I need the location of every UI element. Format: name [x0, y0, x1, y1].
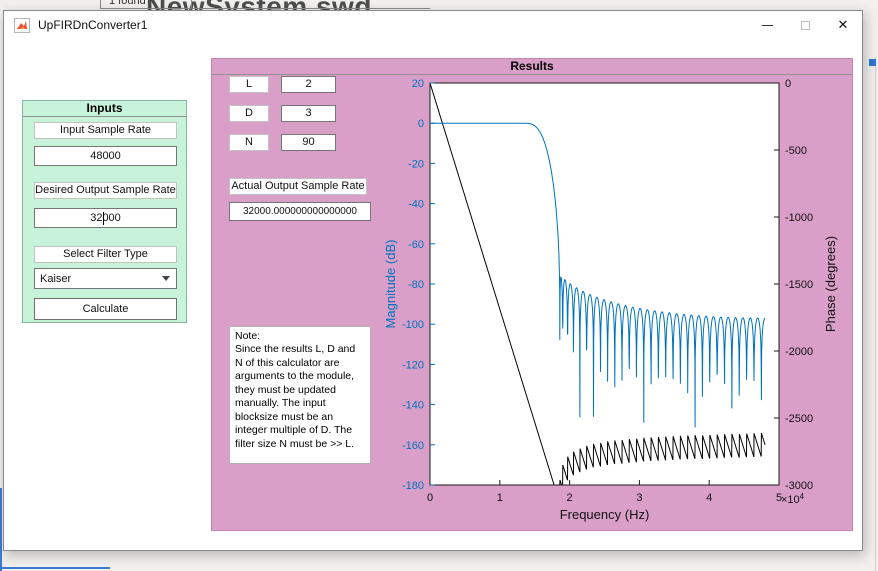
svg-text:-40: -40 — [408, 199, 424, 211]
matlab-app-icon — [14, 18, 30, 33]
actual-output-rate-label: Actual Output Sample Rate — [229, 178, 367, 195]
svg-text:3: 3 — [636, 492, 642, 504]
svg-text:20: 20 — [412, 78, 424, 90]
svg-text:-20: -20 — [408, 158, 424, 170]
inputs-panel-title: Inputs — [23, 101, 186, 117]
svg-text:-140: -140 — [402, 400, 424, 412]
svg-text:0: 0 — [427, 492, 433, 504]
window-controls: ✕ — [748, 11, 862, 39]
svg-text:Phase (degrees): Phase (degrees) — [823, 236, 838, 332]
filter-type-label: Select Filter Type — [34, 246, 177, 263]
svg-text:-120: -120 — [402, 359, 424, 371]
result-D-value-text: 3 — [305, 107, 311, 119]
note-box: Note: Since the results L, D and N of th… — [229, 326, 371, 464]
result-L-label: L — [229, 76, 269, 93]
svg-text:0: 0 — [785, 78, 791, 90]
result-N-label: N — [229, 134, 269, 151]
right-edge-scrollbar-line — [875, 57, 876, 571]
input-sample-rate-label: Input Sample Rate — [34, 122, 177, 139]
svg-text:-1500: -1500 — [785, 279, 813, 291]
svg-text:-1000: -1000 — [785, 212, 813, 224]
window-title-bar[interactable]: UpFIRDnConverter1 ✕ — [4, 11, 862, 39]
inputs-panel: Inputs Input Sample Rate 48000 Desired O… — [22, 100, 187, 323]
input-sample-rate-value: 48000 — [90, 150, 121, 162]
result-L-value[interactable]: 2 — [281, 76, 336, 93]
svg-text:-2500: -2500 — [785, 413, 813, 425]
result-N-value-text: 90 — [302, 136, 314, 148]
svg-text:-160: -160 — [402, 440, 424, 452]
upfirdn-converter-window: UpFIRDnConverter1 ✕ Inputs Input Sample … — [3, 10, 863, 551]
svg-text:-60: -60 — [408, 239, 424, 251]
svg-text:-80: -80 — [408, 279, 424, 291]
response-plot-svg: 200-20-40-60-80-100-120-140-160-1800-500… — [382, 62, 856, 528]
window-title: UpFIRDnConverter1 — [38, 18, 147, 32]
response-plot: 200-20-40-60-80-100-120-140-160-1800-500… — [382, 62, 856, 528]
result-N-value[interactable]: 90 — [281, 134, 336, 151]
svg-text:-180: -180 — [402, 480, 424, 492]
actual-output-rate-value[interactable]: 32000.000000000000000 — [229, 202, 371, 221]
close-button[interactable]: ✕ — [824, 11, 862, 39]
svg-text:-3000: -3000 — [785, 480, 813, 492]
result-L-value-text: 2 — [305, 78, 311, 90]
svg-text:-2000: -2000 — [785, 346, 813, 358]
note-body: Since the results L, D and N of this cal… — [235, 343, 355, 449]
maximize-icon — [801, 21, 810, 30]
background-tab-underline — [100, 8, 430, 9]
svg-text:Frequency (Hz): Frequency (Hz) — [560, 507, 650, 522]
svg-text:2: 2 — [567, 492, 573, 504]
right-edge-marker — [869, 59, 876, 66]
chevron-down-icon — [162, 276, 170, 281]
actual-output-rate-value-text: 32000.000000000000000 — [243, 206, 357, 217]
results-panel: Results L 2 D 3 N 90 Actual Output Sampl… — [211, 58, 853, 531]
left-edge-accent-vertical — [0, 488, 2, 571]
close-icon: ✕ — [838, 17, 849, 33]
svg-text:1: 1 — [497, 492, 503, 504]
maximize-button[interactable] — [786, 11, 824, 39]
calculate-button[interactable]: Calculate — [34, 298, 177, 320]
svg-text:4: 4 — [706, 492, 712, 504]
svg-text:×104: ×104 — [781, 492, 805, 506]
left-edge-accent-horizontal — [0, 567, 110, 569]
result-D-value[interactable]: 3 — [281, 105, 336, 122]
filter-type-dropdown[interactable]: Kaiser — [34, 268, 177, 289]
svg-text:0: 0 — [418, 118, 424, 130]
output-sample-rate-field[interactable]: 32000 — [34, 208, 177, 228]
minimize-button[interactable] — [748, 11, 786, 39]
filter-type-selected-value: Kaiser — [40, 273, 71, 285]
output-sample-rate-label: Desired Output Sample Rate — [34, 182, 177, 199]
text-caret — [103, 212, 104, 225]
window-body: Inputs Input Sample Rate 48000 Desired O… — [4, 39, 862, 550]
background-tab-text: 1 found — [109, 0, 146, 7]
input-sample-rate-field[interactable]: 48000 — [34, 146, 177, 166]
result-D-label: D — [229, 105, 269, 122]
svg-text:-100: -100 — [402, 319, 424, 331]
output-sample-rate-value: 32000 — [90, 212, 121, 224]
svg-text:-500: -500 — [785, 145, 807, 157]
note-title: Note: — [235, 330, 260, 342]
svg-text:Magnitude (dB): Magnitude (dB) — [383, 240, 398, 329]
minimize-icon — [762, 25, 773, 26]
